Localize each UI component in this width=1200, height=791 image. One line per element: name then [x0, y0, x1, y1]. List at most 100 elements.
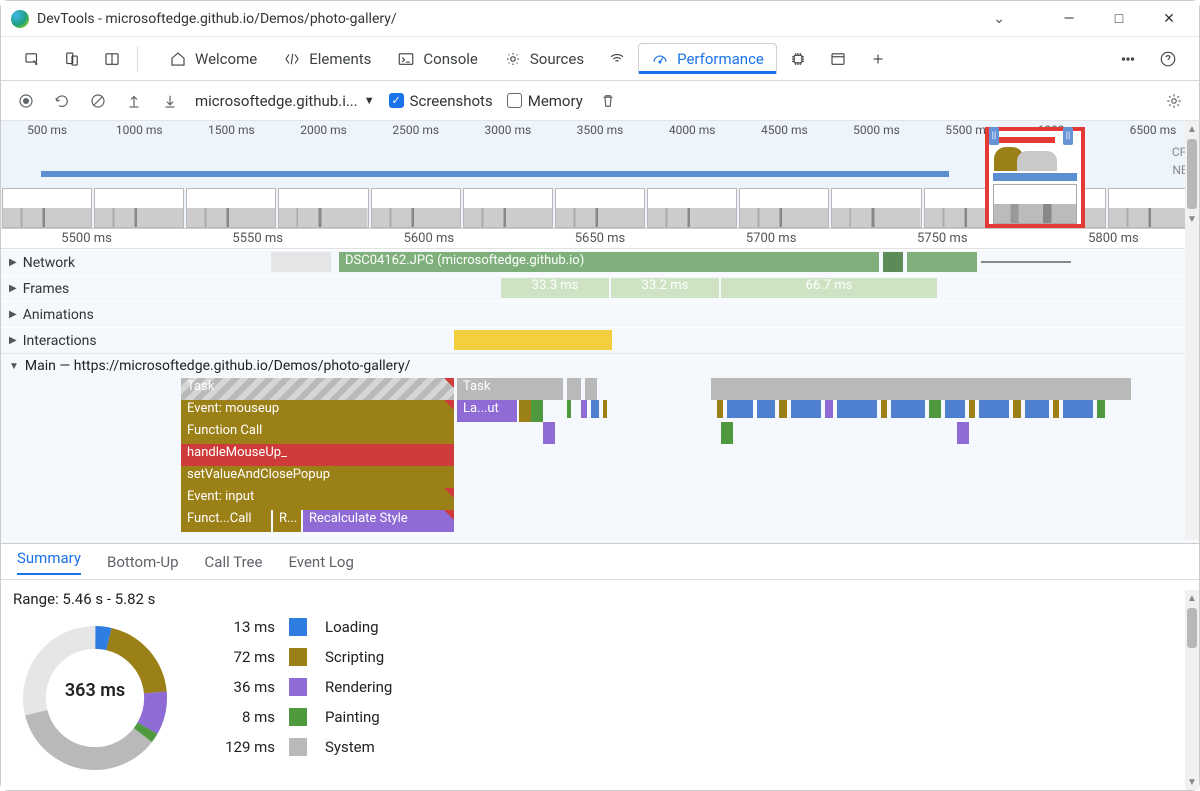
track-interactions-label: Interactions: [23, 333, 97, 349]
timeline-overview[interactable]: 500 ms1000 ms1500 ms2000 ms2500 ms3000 m…: [1, 121, 1199, 229]
tracks-panel: ▶Network DSC04162.JPG (microsoftedge.git…: [1, 249, 1199, 545]
flame-recalculate-style[interactable]: Recalculate Style: [303, 510, 454, 532]
track-animations-label: Animations: [23, 307, 94, 323]
frame-segment[interactable]: 33.2 ms: [611, 278, 719, 298]
interaction-segment[interactable]: [454, 330, 612, 350]
flame-function-call[interactable]: Funct...Call: [181, 510, 271, 532]
close-button[interactable]: ✕: [1155, 11, 1183, 27]
network-segment[interactable]: [981, 261, 1071, 263]
flame-chart[interactable]: Task Event: mouseup Function Call handle…: [181, 378, 1199, 548]
delete-button[interactable]: [597, 90, 619, 112]
performance-toolbar: microsoftedge.github.i... ▼ ✓Screenshots…: [1, 81, 1199, 121]
summary-tabs: Summary Bottom-Up Call Tree Event Log: [1, 544, 1199, 580]
tab-summary[interactable]: Summary: [17, 549, 81, 575]
minimize-button[interactable]: —: [1055, 11, 1083, 27]
flame-bar[interactable]: [543, 422, 555, 444]
legend-painting-ms: 8 ms: [215, 708, 275, 726]
legend-painting-label: Painting: [325, 708, 392, 726]
tab-performance-label: Performance: [677, 50, 764, 68]
legend-system-label: System: [325, 738, 392, 756]
flame-layout[interactable]: La...ut: [457, 400, 517, 422]
flame-event-input[interactable]: Event: input: [181, 488, 454, 510]
network-segment[interactable]: DSC04162.JPG (microsoftedge.github.io): [339, 252, 879, 272]
tab-sources[interactable]: Sources: [492, 44, 596, 74]
window-title: DevTools - microsoftedge.github.io/Demos…: [37, 11, 993, 27]
legend-rendering-ms: 36 ms: [215, 678, 275, 696]
network-conditions-icon[interactable]: [598, 44, 636, 74]
flame-bar[interactable]: [721, 422, 733, 444]
network-segment[interactable]: [271, 252, 331, 272]
tab-call-tree[interactable]: Call Tree: [205, 553, 263, 571]
chevron-down-icon[interactable]: ⌄: [993, 11, 1005, 27]
reload-record-button[interactable]: [51, 90, 73, 112]
tab-event-log[interactable]: Event Log: [288, 553, 353, 571]
flame-r[interactable]: R...: [273, 510, 301, 532]
flame-setvalue[interactable]: setValueAndClosePopup: [181, 466, 454, 488]
flame-task[interactable]: Task: [457, 378, 563, 400]
settings-gear-icon[interactable]: [1163, 90, 1185, 112]
flame-bar[interactable]: [531, 400, 543, 422]
flame-handle-mouseup[interactable]: handleMouseUp_: [181, 444, 454, 466]
maximize-button[interactable]: □: [1105, 10, 1133, 27]
range-text: Range: 5.46 s - 5.82 s: [1, 580, 1199, 618]
tab-performance[interactable]: Performance: [638, 43, 777, 74]
recording-url: microsoftedge.github.i...: [195, 92, 358, 110]
summary-legend: 13 ms Loading 72 ms Scripting 36 ms Renderi…: [215, 618, 392, 756]
legend-scripting-ms: 72 ms: [215, 648, 275, 666]
legend-loading-ms: 13 ms: [215, 618, 275, 636]
screenshots-checkbox[interactable]: ✓Screenshots: [389, 92, 493, 110]
network-segment[interactable]: [907, 252, 977, 272]
frame-segment[interactable]: 33.3 ms: [501, 278, 609, 298]
application-icon[interactable]: [819, 44, 857, 74]
tab-elements-label: Elements: [309, 50, 371, 68]
flame-event-mouseup[interactable]: Event: mouseup: [181, 400, 454, 422]
track-main-label: Main — https://microsoftedge.github.io/D…: [25, 358, 410, 374]
flame-function-call[interactable]: Function Call: [181, 422, 454, 444]
flame-task[interactable]: Task: [181, 378, 454, 400]
frame-segment[interactable]: 66.7 ms: [721, 278, 937, 298]
memory-label: Memory: [528, 92, 583, 110]
download-button[interactable]: [159, 90, 181, 112]
swatch-loading: [289, 618, 307, 636]
donut-total: 363 ms: [15, 680, 175, 701]
legend-system-ms: 129 ms: [215, 738, 275, 756]
track-frames[interactable]: ▶Frames 33.3 ms 33.2 ms 66.7 ms: [1, 275, 1199, 301]
tab-console[interactable]: Console: [385, 44, 490, 74]
flame-bar[interactable]: [957, 422, 969, 444]
screenshots-label: Screenshots: [410, 92, 493, 110]
edge-icon: [11, 10, 29, 28]
recording-selector[interactable]: microsoftedge.github.i... ▼: [195, 92, 375, 110]
more-menu-icon[interactable]: [1109, 44, 1147, 74]
memory-checkbox[interactable]: Memory: [507, 92, 583, 110]
tab-elements[interactable]: Elements: [271, 44, 383, 74]
upload-button[interactable]: [123, 90, 145, 112]
track-animations[interactable]: ▶Animations: [1, 301, 1199, 327]
more-tabs-icon[interactable]: [859, 44, 897, 74]
swatch-scripting: [289, 648, 307, 666]
track-interactions[interactable]: ▶Interactions: [1, 327, 1199, 353]
track-network[interactable]: ▶Network DSC04162.JPG (microsoftedge.git…: [1, 249, 1199, 275]
flame-bar[interactable]: [519, 400, 531, 422]
selection-handle-right[interactable]: ||: [1063, 127, 1073, 145]
swatch-rendering: [289, 678, 307, 696]
swatch-painting: [289, 708, 307, 726]
tab-bottom-up[interactable]: Bottom-Up: [107, 553, 179, 571]
inspect-element-icon[interactable]: [13, 44, 51, 74]
help-icon[interactable]: [1149, 44, 1187, 74]
network-segment[interactable]: [883, 252, 903, 272]
memory-icon[interactable]: [779, 44, 817, 74]
legend-rendering-label: Rendering: [325, 678, 392, 696]
track-main[interactable]: ▼Main — https://microsoftedge.github.io/…: [1, 353, 1199, 378]
legend-scripting-label: Scripting: [325, 648, 392, 666]
tab-welcome[interactable]: Welcome: [157, 44, 269, 74]
summary-scrollbar[interactable]: ▲▼: [1185, 590, 1199, 790]
tracks-scrollbar[interactable]: ▲▼: [1185, 121, 1199, 540]
clear-button[interactable]: [87, 90, 109, 112]
record-button[interactable]: [15, 90, 37, 112]
selection-handle-left[interactable]: ||: [989, 127, 999, 145]
dock-side-icon[interactable]: [93, 44, 131, 74]
flame-stripes[interactable]: [567, 378, 1137, 422]
detail-ruler: 5500 ms5550 ms5600 ms5650 ms5700 ms5750 …: [1, 229, 1199, 249]
legend-loading-label: Loading: [325, 618, 392, 636]
device-toggle-icon[interactable]: [53, 44, 91, 74]
